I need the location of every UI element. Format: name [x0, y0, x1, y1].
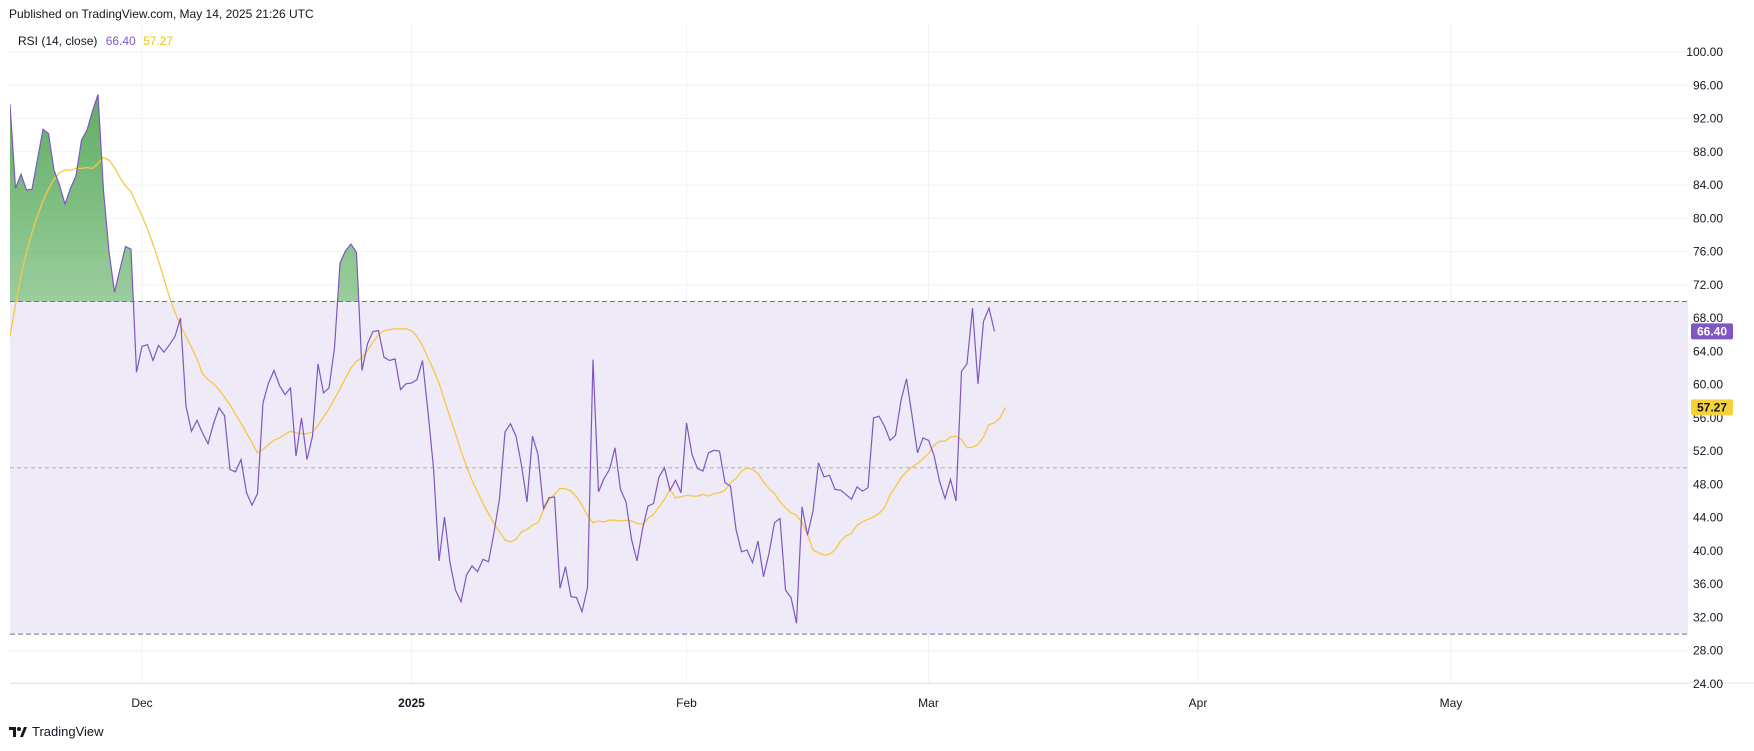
tradingview-logo-icon: [9, 726, 27, 737]
y-tick-label: 64.00: [1693, 344, 1723, 358]
tradingview-logo[interactable]: TradingView: [9, 724, 104, 739]
y-tick-label: 44.00: [1693, 511, 1723, 525]
x-tick-label: Dec: [131, 696, 152, 710]
brand-name: TradingView: [32, 724, 104, 739]
ma-legend-value: 57.27: [143, 34, 174, 48]
x-tick-label: Feb: [676, 696, 697, 710]
y-tick-label: 24.00: [1693, 677, 1723, 691]
indicator-legend[interactable]: RSI (14, close) 66.40 57.27: [18, 34, 173, 48]
ma-last-value-badge-label: 57.27: [1697, 400, 1727, 414]
rsi-legend-value: 66.40: [105, 34, 136, 48]
y-tick-label: 84.00: [1693, 178, 1723, 192]
rsi-band-background: [10, 301, 1688, 635]
x-tick-label: Apr: [1189, 696, 1208, 710]
rsi-last-value-badge-label: 66.40: [1697, 324, 1727, 338]
y-tick-label: 100.00: [1686, 45, 1723, 59]
y-tick-label: 52.00: [1693, 444, 1723, 458]
rsi-chart[interactable]: 100.00 96.00 92.00 88.00 84.00 80.00 76.00 72.0…: [0, 0, 1754, 751]
y-tick-label: 80.00: [1693, 211, 1723, 225]
y-tick-label: 28.00: [1693, 644, 1723, 658]
y-tick-label: 36.00: [1693, 577, 1723, 591]
y-tick-label: 60.00: [1693, 378, 1723, 392]
y-tick-label: 72.00: [1693, 278, 1723, 292]
y-tick-label: 92.00: [1693, 112, 1723, 126]
y-tick-label: 32.00: [1693, 610, 1723, 624]
x-tick-label: May: [1440, 696, 1463, 710]
y-tick-label: 76.00: [1693, 245, 1723, 259]
y-tick-label: 48.00: [1693, 477, 1723, 491]
y-tick-label: 88.00: [1693, 145, 1723, 159]
y-tick-label: 40.00: [1693, 544, 1723, 558]
indicator-name: RSI (14, close): [18, 34, 98, 48]
y-tick-label: 68.00: [1693, 311, 1723, 325]
y-tick-label: 96.00: [1693, 78, 1723, 92]
x-tick-label: 2025: [398, 696, 425, 710]
x-tick-label: Mar: [918, 696, 939, 710]
